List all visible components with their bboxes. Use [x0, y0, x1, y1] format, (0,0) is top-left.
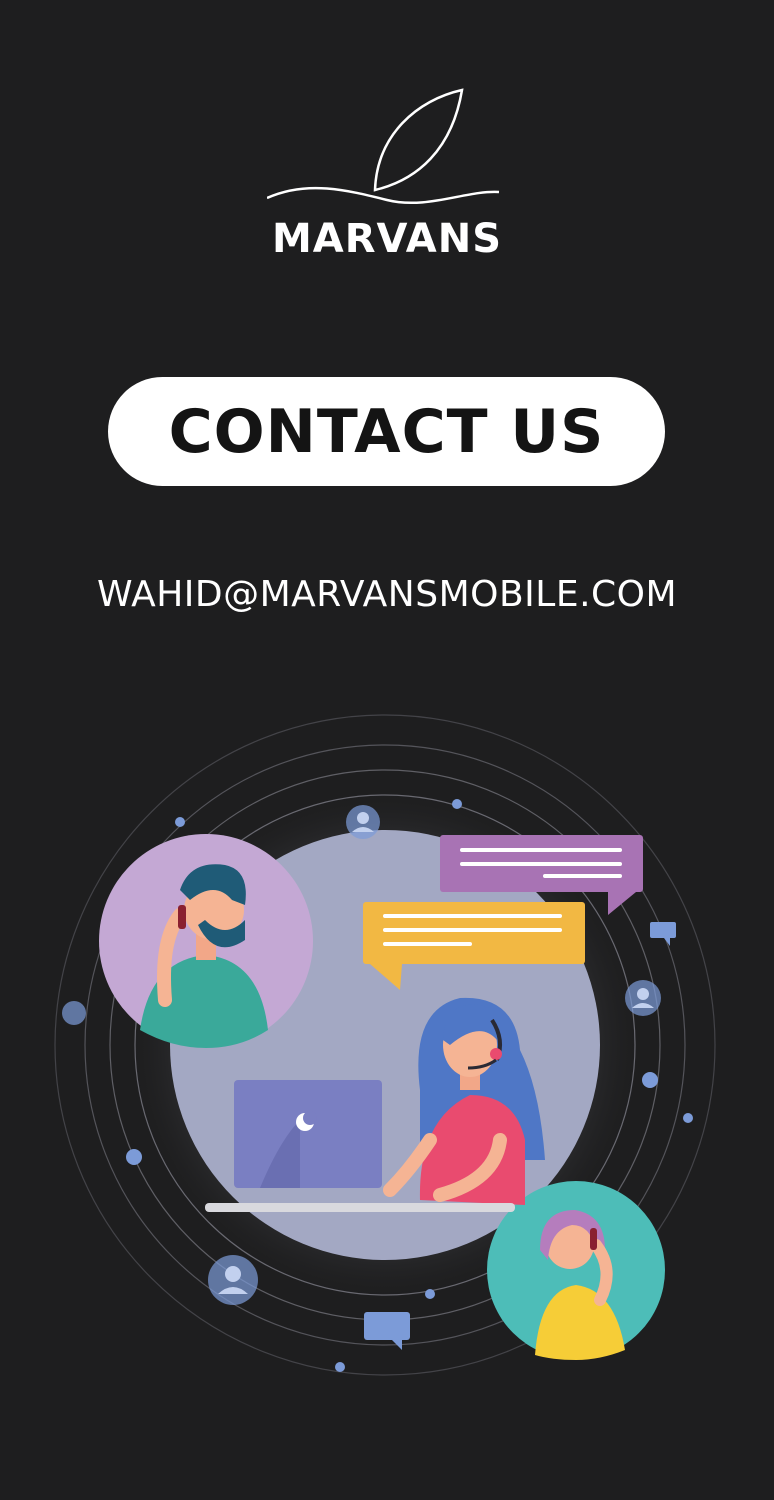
man-caller-avatar	[99, 834, 313, 1048]
brand-logo: MARVANS	[0, 80, 774, 262]
user-icon	[346, 805, 380, 839]
brand-name: MARVANS	[271, 216, 503, 262]
email-link[interactable]: WAHID@MARVANSMOBILE.COM	[0, 574, 774, 615]
contact-page: MARVANS CONTACT US WAHID@MARVANSMOBILE.C…	[0, 0, 774, 1500]
contact-us-button[interactable]: CONTACT US	[108, 377, 665, 486]
support-illustration	[54, 714, 716, 1376]
chat-icon	[650, 922, 676, 946]
user-icon	[208, 1255, 258, 1305]
user-icon	[62, 1001, 86, 1025]
contact-us-label: CONTACT US	[168, 396, 605, 467]
leaf-logo-icon	[267, 88, 500, 205]
user-icon	[625, 980, 661, 1016]
